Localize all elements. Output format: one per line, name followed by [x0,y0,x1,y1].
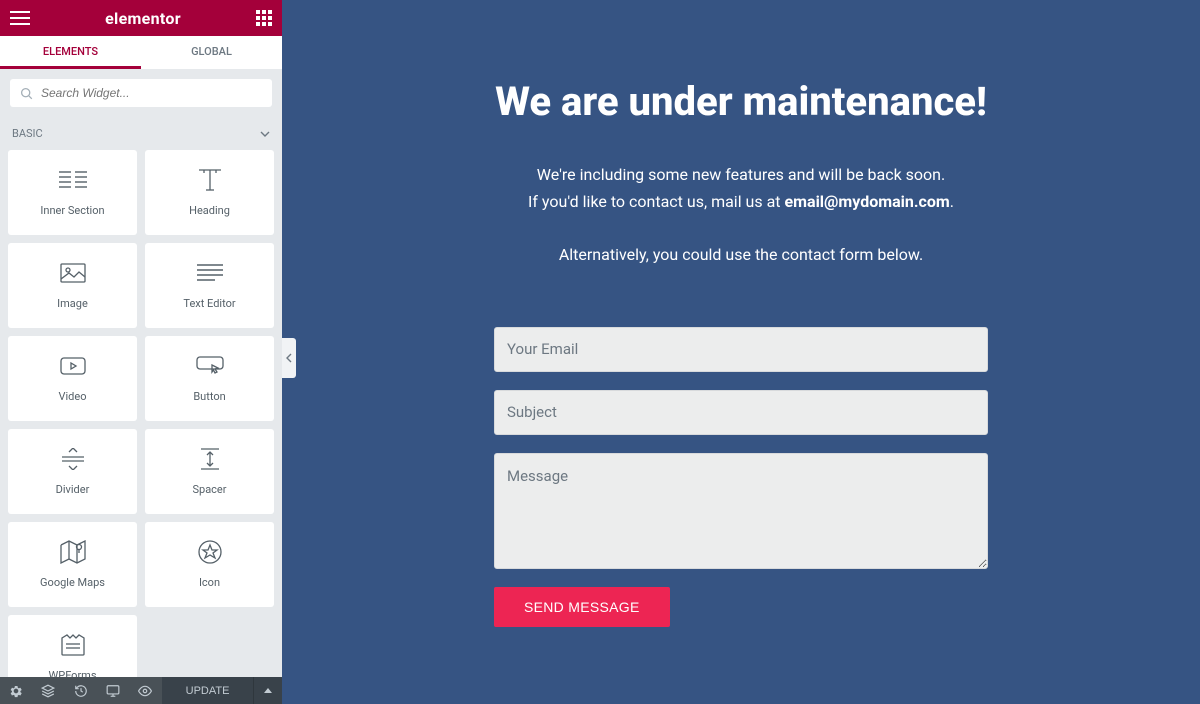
intro-line2: If you'd like to contact us, mail us at … [528,188,954,215]
email-field[interactable] [494,327,988,372]
intro-line3: Alternatively, you could use the contact… [559,241,923,268]
widget-spacer[interactable]: Spacer [145,429,274,514]
message-field[interactable] [494,453,988,569]
search-wrap [0,69,282,117]
panel-tabs: ELEMENTS GLOBAL [0,36,282,69]
settings-button[interactable] [0,677,32,704]
send-message-button[interactable]: SEND MESSAGE [494,587,670,627]
widget-label: WPForms [49,669,97,677]
widget-label: Inner Section [40,204,104,217]
video-icon [60,354,86,378]
widget-label: Divider [56,483,90,496]
subject-field[interactable] [494,390,988,435]
widget-image[interactable]: Image [8,243,137,328]
text-editor-icon [197,261,223,285]
search-icon [20,87,33,100]
history-button[interactable] [65,677,97,704]
sidebar-footer: UPDATE [0,677,282,704]
spacer-icon [199,447,221,471]
responsive-button[interactable] [97,677,129,704]
caret-up-icon [264,688,272,693]
widget-icon[interactable]: Icon [145,522,274,607]
widget-heading[interactable]: Heading [145,150,274,235]
update-button[interactable]: UPDATE [162,677,254,704]
widget-label: Spacer [192,483,226,496]
section-basic-label: BASIC [12,127,43,140]
widgets-scroll[interactable]: Inner Section Heading Image Text Editor [0,150,282,677]
grid-icon[interactable] [256,10,272,26]
collapse-sidebar-button[interactable] [282,338,296,378]
intro-line1: We're including some new features and wi… [528,161,954,188]
contact-form: SEND MESSAGE [494,327,988,627]
widget-inner-section[interactable]: Inner Section [8,150,137,235]
widget-button[interactable]: Button [145,336,274,421]
page-title: We are under maintenance! [495,78,987,125]
star-badge-icon [198,540,222,564]
logo: elementor [105,9,181,28]
widget-label: Video [59,390,87,403]
image-icon [60,261,86,285]
update-options-button[interactable] [253,677,282,704]
widgets-grid: Inner Section Heading Image Text Editor [8,150,274,677]
intro-text: We're including some new features and wi… [528,161,954,215]
history-icon [74,684,88,698]
divider-icon [62,447,84,471]
columns-icon [59,168,87,192]
widget-text-editor[interactable]: Text Editor [145,243,274,328]
section-basic[interactable]: BASIC [0,117,282,150]
desktop-icon [106,684,120,698]
widget-divider[interactable]: Divider [8,429,137,514]
contact-email: email@mydomain.com [785,192,950,211]
gear-icon [9,684,23,698]
widget-wpforms[interactable]: WPForms [8,615,137,677]
widget-label: Icon [199,576,220,589]
search-input[interactable] [41,86,262,100]
widget-label: Button [193,390,225,403]
heading-icon [197,168,223,192]
tab-elements[interactable]: ELEMENTS [0,36,141,69]
eye-icon [138,684,152,698]
widget-label: Heading [189,204,230,217]
preview-button[interactable] [129,677,161,704]
widget-google-maps[interactable]: Google Maps [8,522,137,607]
search-box [10,79,272,107]
menu-icon[interactable] [10,11,30,25]
form-icon [61,633,85,657]
widget-label: Google Maps [40,576,105,589]
button-icon [196,354,224,378]
tab-global[interactable]: GLOBAL [141,36,282,69]
widget-video[interactable]: Video [8,336,137,421]
sidebar-header: elementor [0,0,282,36]
chevron-left-icon [286,353,292,363]
widget-label: Image [57,297,88,310]
map-icon [60,540,86,564]
navigator-button[interactable] [32,677,64,704]
editor-sidebar: elementor ELEMENTS GLOBAL BASIC Inner Se… [0,0,282,704]
chevron-down-icon [260,131,270,137]
preview-canvas: We are under maintenance! We're includin… [282,0,1200,704]
widget-label: Text Editor [183,297,235,310]
layers-icon [41,684,55,698]
